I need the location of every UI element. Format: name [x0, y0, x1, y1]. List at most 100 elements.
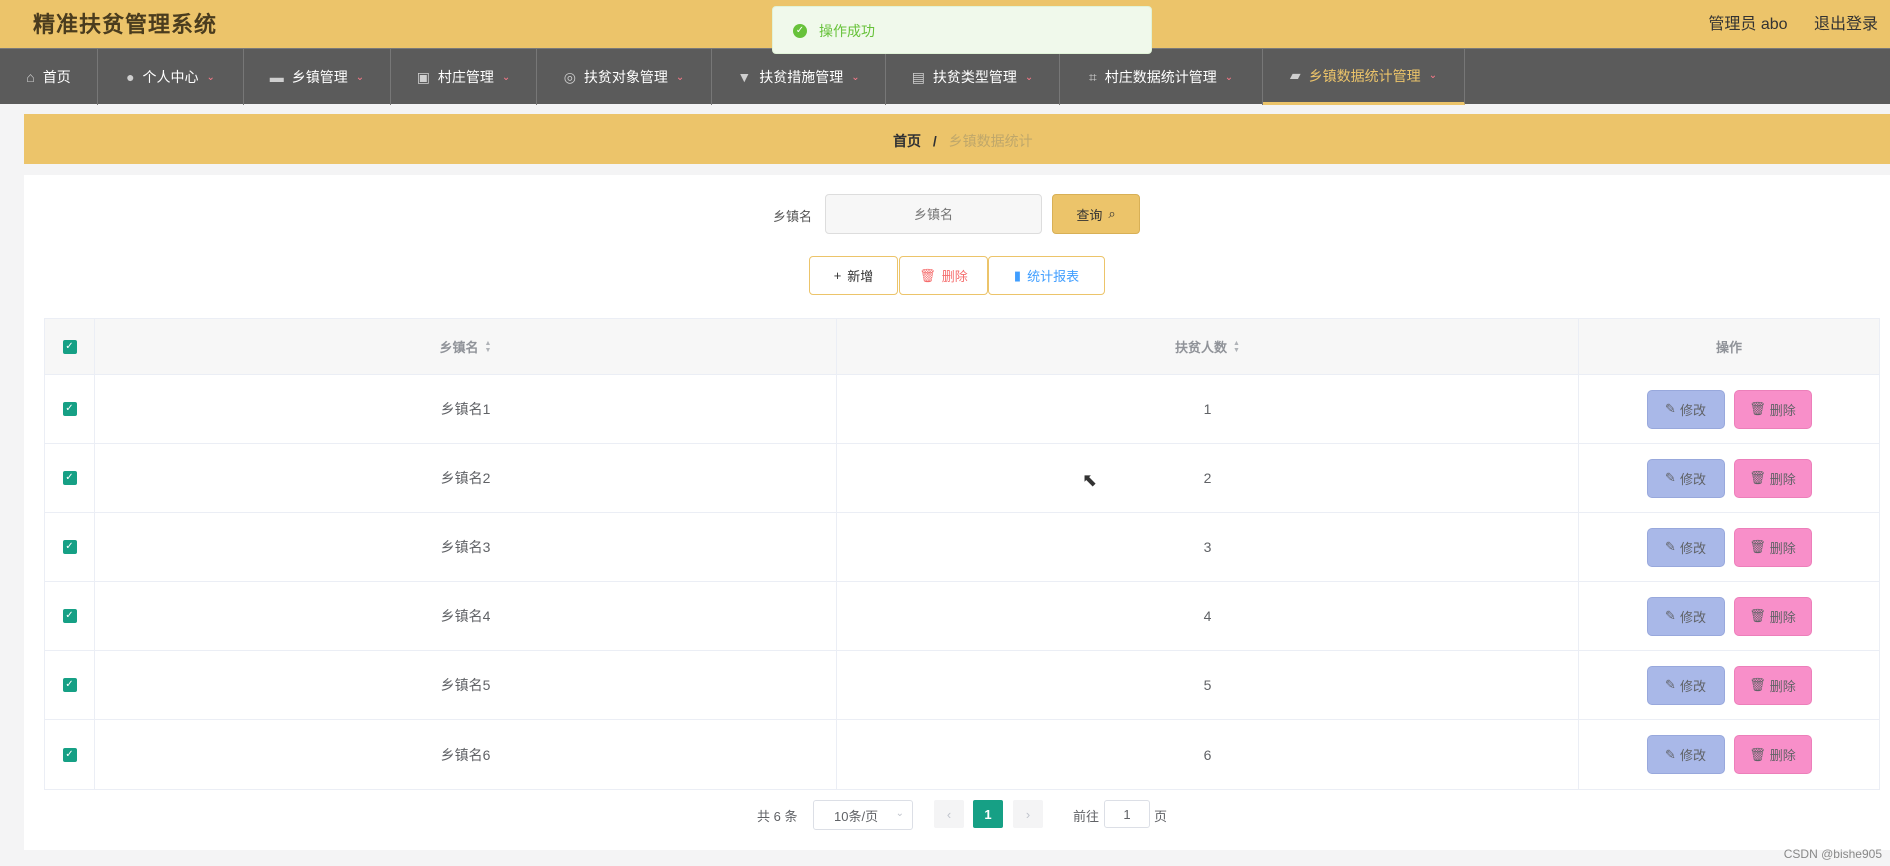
cell-count: 5 — [837, 651, 1579, 719]
nav-item-town-stats[interactable]: ▰ 乡镇数据统计管理 ⌄ — [1263, 49, 1465, 105]
nav-item-town[interactable]: ▬ 乡镇管理 ⌄ — [244, 49, 391, 105]
nav-label: 乡镇数据统计管理 — [1308, 67, 1421, 84]
user-icon: ● — [126, 69, 135, 85]
report-button-label: 统计报表 — [1027, 269, 1080, 284]
delete-button[interactable]: 🗑 删除 — [1733, 596, 1812, 636]
breadcrumb-current: 乡镇数据统计 — [948, 133, 1033, 149]
nav-item-home[interactable]: ⌂ 首页 — [0, 49, 98, 105]
plus-icon: + — [833, 268, 842, 283]
chevron-right-icon: › — [1025, 806, 1031, 822]
delete-button-label: 删除 — [941, 269, 968, 284]
row-checkbox[interactable]: ✓ — [62, 471, 77, 485]
chevron-down-icon: ⌄ — [675, 71, 685, 83]
next-page-button[interactable]: › — [1013, 800, 1043, 828]
nav-label: 扶贫类型管理 — [932, 69, 1017, 85]
breadcrumb-home[interactable]: 首页 — [893, 133, 921, 149]
success-toast: ✓ 操作成功 — [772, 6, 1152, 54]
row-checkbox[interactable]: ✓ — [62, 678, 77, 692]
nav-item-village-stats[interactable]: ⌗ 村庄数据统计管理 ⌄ — [1060, 49, 1263, 105]
nav-label: 首页 — [42, 69, 71, 85]
chevron-down-icon: ⌄ — [501, 71, 511, 83]
main-nav: ⌂ 首页 ● 个人中心 ⌄ ▬ 乡镇管理 ⌄ ▣ 村庄管理 ⌄ ◎ 扶贫对象管理… — [0, 48, 1890, 105]
row-checkbox[interactable]: ✓ — [62, 402, 77, 416]
breadcrumb-separator: / — [932, 133, 937, 149]
check-circle-icon: ✓ — [793, 24, 807, 38]
select-all-checkbox[interactable]: ✓ — [62, 339, 77, 354]
edit-icon: ✎ — [1665, 401, 1676, 416]
delete-button[interactable]: 🗑 删除 — [1733, 458, 1812, 498]
compass-icon: ◎ — [563, 68, 576, 85]
nav-item-measure[interactable]: ▼ 扶贫措施管理 ⌄ — [712, 49, 886, 105]
logout-link[interactable]: 退出登录 — [1814, 16, 1878, 33]
page-jump-input[interactable]: 1 — [1104, 800, 1150, 828]
chevron-down-icon: ⌄ — [1024, 71, 1034, 83]
table-header-row: ✓ 乡镇名 ▲ ▼ 扶贫人数 ▲ ▼ 操作 — [45, 319, 1879, 375]
delete-button[interactable]: 🗑 删除 — [1733, 389, 1812, 429]
table-row: ✓ 乡镇名2 2 ✎ 修改 🗑 删除 — [45, 444, 1879, 513]
app-title: 精准扶贫管理系统 — [33, 12, 218, 37]
nav-item-type[interactable]: ▤ 扶贫类型管理 ⌄ — [886, 49, 1060, 105]
row-checkbox[interactable]: ✓ — [62, 747, 77, 762]
nav-item-village[interactable]: ▣ 村庄管理 ⌄ — [391, 49, 537, 105]
table-row: ✓ 乡镇名6 6 ✎ 修改 🗑 删除 — [45, 720, 1879, 789]
search-button[interactable]: 查询 ⌕ — [1052, 194, 1140, 234]
edit-button[interactable]: ✎ 修改 — [1646, 665, 1725, 705]
nav-item-target[interactable]: ◎ 扶贫对象管理 ⌄ — [537, 49, 712, 105]
report-button[interactable]: ▮ 统计报表 — [988, 256, 1105, 295]
chevron-left-icon: ‹ — [946, 806, 952, 822]
table-row: ✓ 乡镇名4 4 ✎ 修改 🗑 删除 — [45, 582, 1879, 651]
home-icon: ⌂ — [26, 69, 35, 85]
page-size-select[interactable]: 10条/页 ⌄ — [813, 800, 913, 830]
table-row: ✓ 乡镇名1 1 ✎ 修改 🗑 删除 — [45, 375, 1879, 444]
chevron-down-icon: ⌄ — [1428, 70, 1438, 81]
edit-button[interactable]: ✎ 修改 — [1646, 735, 1725, 774]
delete-button[interactable]: 🗑 删除 — [1733, 665, 1812, 705]
watermark: CSDN @bishe905 — [1783, 847, 1882, 861]
edit-button[interactable]: ✎ 修改 — [1646, 389, 1725, 429]
cell-name: 乡镇名3 — [95, 513, 837, 581]
sort-icon[interactable]: ▲ ▼ — [485, 340, 492, 354]
search-label: 乡镇名 — [773, 209, 813, 224]
column-header-name[interactable]: 乡镇名 ▲ ▼ — [95, 319, 837, 374]
briefcase-icon: ▣ — [416, 68, 430, 85]
add-button[interactable]: + 新增 — [809, 256, 898, 295]
bar-chart-icon: ▮ — [1013, 267, 1022, 283]
edit-button[interactable]: ✎ 修改 — [1646, 527, 1725, 567]
trash-icon: 🗑 — [1749, 677, 1766, 692]
breadcrumb-bar: 首页 / 乡镇数据统计 — [24, 114, 1890, 164]
trash-icon: 🗑 — [1749, 746, 1766, 762]
pagination-total: 共 6 条 — [757, 808, 798, 824]
column-header-count[interactable]: 扶贫人数 ▲ ▼ — [837, 319, 1579, 374]
delete-button[interactable]: 🗑 删除 — [1733, 527, 1812, 567]
toast-message: 操作成功 — [819, 23, 875, 39]
cell-count: 6 — [837, 720, 1579, 789]
cell-name: 乡镇名6 — [95, 720, 837, 789]
cell-count: 4 — [837, 582, 1579, 650]
edit-button[interactable]: ✎ 修改 — [1646, 596, 1725, 636]
edit-icon: ✎ — [1665, 608, 1676, 623]
page-number-current[interactable]: 1 — [973, 800, 1003, 828]
trash-icon: 🗑 — [1749, 470, 1766, 485]
breadcrumb: 首页 / 乡镇数据统计 — [893, 131, 1033, 151]
cell-count: 3 — [837, 513, 1579, 581]
prev-page-button[interactable]: ‹ — [934, 800, 964, 828]
nav-item-personal[interactable]: ● 个人中心 ⌄ — [98, 49, 244, 105]
search-input[interactable] — [825, 194, 1042, 234]
row-checkbox[interactable]: ✓ — [62, 540, 77, 554]
trash-icon: 🗑 — [1749, 608, 1766, 623]
cell-count: 2 — [837, 444, 1579, 512]
cell-name: 乡镇名1 — [95, 375, 837, 443]
mouse-cursor-icon: ⬉ — [1082, 470, 1098, 490]
chevron-down-icon: ⌄ — [206, 71, 215, 83]
nav-label: 村庄数据统计管理 — [1104, 69, 1217, 85]
crop-icon: ⌗ — [1088, 68, 1097, 85]
delete-button[interactable]: 🗑 删除 — [1733, 735, 1812, 774]
sort-icon[interactable]: ▲ ▼ — [1233, 340, 1240, 354]
ticket-icon: ▰ — [1289, 67, 1301, 83]
batch-delete-button[interactable]: 🗑 删除 — [899, 256, 988, 295]
cell-name: 乡镇名4 — [95, 582, 837, 650]
clipboard-icon: ▤ — [911, 68, 925, 85]
edit-button[interactable]: ✎ 修改 — [1646, 458, 1725, 498]
nav-label: 扶贫对象管理 — [583, 69, 668, 85]
row-checkbox[interactable]: ✓ — [62, 609, 77, 623]
